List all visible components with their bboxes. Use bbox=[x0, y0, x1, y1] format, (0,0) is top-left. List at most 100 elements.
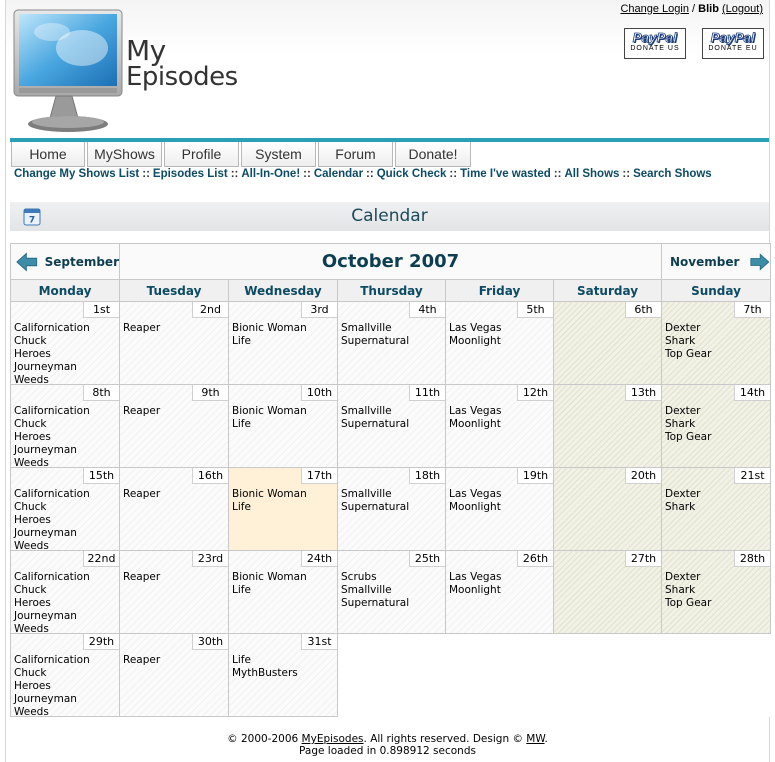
day-cell: 16th Reaper bbox=[119, 467, 229, 551]
show-list: Life MythBusters bbox=[232, 654, 298, 680]
quick-check-link[interactable]: Quick Check bbox=[377, 168, 447, 180]
paypal-donate-us-button[interactable]: PayPal DONATE US bbox=[624, 28, 686, 59]
date-number: 24th bbox=[301, 551, 337, 567]
show-entry: Dexter bbox=[665, 405, 701, 417]
show-entry: Chuck bbox=[14, 584, 47, 596]
myepisodes-link[interactable]: MyEpisodes bbox=[302, 733, 364, 745]
date-number: 22nd bbox=[83, 551, 119, 567]
logout-link[interactable]: (Logout) bbox=[722, 3, 763, 15]
show-entry: Shark bbox=[665, 335, 696, 347]
show-list: Dexter Shark Top Gear bbox=[665, 405, 711, 444]
day-cell: 27th bbox=[553, 550, 662, 634]
show-entry: Reaper bbox=[123, 405, 161, 417]
donate-eu-label: DONATE EU bbox=[708, 45, 758, 52]
show-entry: Californication bbox=[14, 322, 90, 334]
day-cell: 2nd Reaper bbox=[119, 301, 229, 385]
show-entry: Moonlight bbox=[449, 418, 501, 430]
change-login-link[interactable]: Change Login bbox=[620, 3, 689, 15]
prev-month-label: September bbox=[44, 254, 119, 269]
paypal-donate-eu-button[interactable]: PayPal DONATE EU bbox=[702, 28, 764, 59]
show-entry: Journeyman bbox=[14, 693, 77, 705]
empty-day-cell bbox=[445, 633, 554, 717]
date-number: 4th bbox=[409, 302, 445, 318]
show-entry: Las Vegas bbox=[449, 488, 502, 500]
tab-donate[interactable]: Donate! bbox=[395, 142, 471, 167]
change-my-shows-list-link[interactable]: Change My Shows List bbox=[14, 168, 139, 180]
date-number: 21st bbox=[734, 468, 770, 484]
all-in-one-link[interactable]: All-In-One! bbox=[241, 168, 300, 180]
show-entry: MythBusters bbox=[232, 667, 298, 679]
page-title: Calendar bbox=[351, 206, 428, 226]
day-cell: 3rd Bionic Woman Life bbox=[228, 301, 338, 385]
site-header: My Episodes Change Login / Blib (Logout)… bbox=[6, 0, 769, 138]
calendar-week-row: 1st Californication Chuck Heroes Journeyman W… bbox=[10, 301, 771, 387]
tab-myshows[interactable]: MyShows bbox=[87, 142, 162, 167]
link-separator: :: bbox=[449, 168, 458, 180]
arrow-left-icon bbox=[16, 251, 38, 272]
show-entry: Las Vegas bbox=[449, 322, 502, 334]
day-header-sunday: Sunday bbox=[661, 279, 771, 302]
show-entry: Bionic Woman bbox=[232, 405, 307, 417]
episodes-list-link[interactable]: Episodes List bbox=[153, 168, 228, 180]
show-entry: Smallville bbox=[341, 488, 392, 500]
show-list: Californication Chuck Heroes Journeyman Weed… bbox=[14, 322, 90, 387]
show-entry: Supernatural bbox=[341, 597, 410, 609]
tab-profile[interactable]: Profile bbox=[164, 142, 239, 167]
link-separator: :: bbox=[622, 168, 631, 180]
day-cell: 9th Reaper bbox=[119, 384, 229, 468]
account-links: Change Login / Blib (Logout) bbox=[620, 3, 763, 15]
show-entry: Scrubs bbox=[341, 571, 377, 583]
show-list: Dexter Shark Top Gear bbox=[665, 571, 711, 610]
tab-system[interactable]: System bbox=[241, 142, 316, 167]
show-entry: Top Gear bbox=[665, 348, 712, 360]
link-separator: :: bbox=[303, 168, 311, 180]
time-wasted-link[interactable]: Time I've wasted bbox=[460, 168, 551, 180]
next-month-button[interactable]: November bbox=[662, 244, 770, 279]
current-month-title: October 2007 bbox=[119, 243, 662, 280]
show-entry: Journeyman bbox=[14, 444, 77, 456]
tab-forum[interactable]: Forum bbox=[318, 142, 393, 167]
calendar-week-row: 15th Californication Chuck Heroes Journeyman… bbox=[10, 467, 771, 552]
show-list: Californication Chuck Heroes Journeyman Weed… bbox=[14, 571, 90, 636]
calendar-weeks: 1st Californication Chuck Heroes Journeyman W… bbox=[10, 301, 771, 718]
date-number: 7th bbox=[734, 302, 770, 318]
date-number: 28th bbox=[734, 551, 770, 567]
show-entry: Chuck bbox=[14, 667, 47, 679]
show-entry: Smallville bbox=[341, 584, 392, 596]
day-cell: 31st Life MythBusters bbox=[228, 633, 338, 717]
show-entry: Top Gear bbox=[665, 597, 712, 609]
date-number: 9th bbox=[192, 385, 228, 401]
calendar-week-row: 29th Californication Chuck Heroes Journeyman… bbox=[10, 633, 771, 718]
show-list: Reaper bbox=[123, 405, 160, 418]
day-cell: 19th Las Vegas Moonlight bbox=[445, 467, 554, 551]
show-entry: Reaper bbox=[123, 571, 161, 583]
show-entry: Reaper bbox=[123, 488, 161, 500]
day-header-tuesday: Tuesday bbox=[119, 279, 229, 302]
show-entry: Smallville bbox=[341, 405, 392, 417]
all-shows-link[interactable]: All Shows bbox=[564, 168, 619, 180]
calendar-week-row: 8th Californication Chuck Heroes Journeyman W… bbox=[10, 384, 771, 469]
prev-month-button[interactable]: September bbox=[11, 244, 119, 279]
designer-link[interactable]: MW bbox=[526, 733, 544, 745]
show-list: Scrubs Smallville Supernatural bbox=[341, 571, 409, 610]
date-number: 19th bbox=[517, 468, 553, 484]
day-cell: 28th Dexter Shark Top Gear bbox=[661, 550, 771, 634]
show-entry: Shark bbox=[665, 584, 696, 596]
date-number: 11th bbox=[409, 385, 445, 401]
day-cell: 11th Smallville Supernatural bbox=[337, 384, 446, 468]
tab-home[interactable]: Home bbox=[11, 142, 85, 167]
day-header-monday: Monday bbox=[10, 279, 120, 302]
show-entry: Dexter bbox=[665, 488, 701, 500]
date-number: 2nd bbox=[192, 302, 228, 318]
empty-day-cell bbox=[337, 633, 446, 717]
page-load-time: Page loaded in 0.898912 seconds bbox=[299, 745, 476, 757]
show-entry: Heroes bbox=[14, 514, 51, 526]
calendar-link[interactable]: Calendar bbox=[314, 168, 363, 180]
show-entry: Californication bbox=[14, 654, 90, 666]
sub-navigation: Change My Shows List:: Episodes List:: All… bbox=[14, 168, 712, 180]
search-shows-link[interactable]: Search Shows bbox=[633, 168, 712, 180]
date-number: 8th bbox=[83, 385, 119, 401]
day-cell: 8th Californication Chuck Heroes Journeyman W… bbox=[10, 384, 120, 469]
show-list: Dexter Shark bbox=[665, 488, 700, 514]
date-number: 20th bbox=[625, 468, 661, 484]
